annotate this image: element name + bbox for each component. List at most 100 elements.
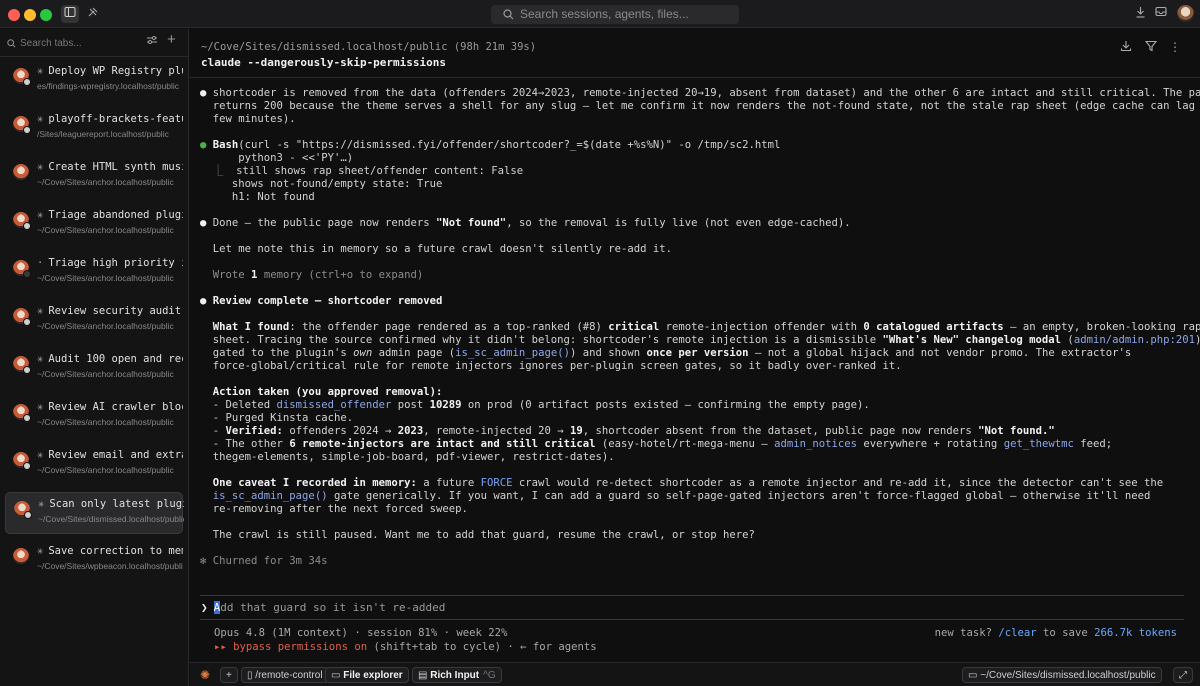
user-avatar[interactable] [1177, 5, 1194, 22]
log-text: — not a global hijack and not vendor pro… [748, 347, 1132, 359]
running-command: claude --dangerously-skip-permissions [201, 56, 447, 69]
log-text: post [391, 399, 430, 411]
session-item[interactable]: ✳ Save correction to mem ~/Cove/Sites/wpb… [5, 540, 183, 582]
zoom-window-button[interactable] [40, 9, 52, 21]
working-directory-button[interactable]: ▭ ~/Cove/Sites/dismissed.localhost/publi… [962, 667, 1162, 683]
download-icon[interactable] [1120, 40, 1132, 55]
expand-icon[interactable]: ⤢ [1173, 667, 1193, 683]
log-text: gated to the plugin's [212, 347, 354, 359]
session-item[interactable]: ✳ Create HTML synth musi ~/Cove/Sites/anc… [5, 156, 183, 198]
sessions-sidebar: Search tabs... + ✳ Deploy WP Registry plu… [0, 29, 189, 686]
log-text: crawl would re-detect shortcoder as a re… [512, 477, 1164, 489]
spinner-icon: ✳ [37, 353, 44, 365]
review-heading: Review complete — shortcoder removed [212, 295, 443, 307]
clear-command[interactable]: /clear [998, 627, 1036, 639]
rich-input-button[interactable]: ▤ Rich Input ^G [412, 667, 502, 683]
tool-command: python3 - <<'PY'…) [238, 152, 354, 164]
log-text: - [212, 425, 226, 437]
session-item[interactable]: ✳ Triage abandoned plugi ~/Cove/Sites/anc… [5, 204, 183, 246]
sidebar-toggle-icon[interactable] [61, 5, 79, 23]
status-badge [23, 462, 31, 470]
session-item[interactable]: ✳ playoff-brackets-featu /Sites/leaguerep… [5, 108, 183, 150]
session-item[interactable]: ✳ Deploy WP Registry plug es/findings-wpr… [5, 60, 183, 102]
bullet-icon: ● [200, 87, 207, 99]
log-line: Action taken (you approved removal): [200, 386, 1194, 399]
prompt-input[interactable]: ❯ Add that guard so it isn't re-added [201, 601, 445, 614]
spinner-icon: ✳ [37, 545, 44, 557]
session-item[interactable]: ✳ Review AI crawler block ~/Cove/Sites/an… [5, 396, 183, 438]
log-text: - The other [212, 438, 290, 450]
spinner-icon: ✳ [37, 305, 44, 317]
phone-icon: ▯ [247, 670, 253, 681]
new-tab-button[interactable]: + [167, 31, 176, 48]
session-item[interactable]: ✳ Audit 100 open and rec ~/Cove/Sites/anc… [5, 348, 183, 390]
log-line: - Deleted dismissed_offender post 10289 … [200, 399, 1194, 412]
search-icon [7, 39, 16, 48]
log-line: Let me note this in memory so a future c… [200, 243, 1194, 256]
log-text: everywhere + rotating [856, 438, 1004, 450]
file-explorer-button[interactable]: ▭ File explorer [325, 667, 409, 683]
log-line: returns 200 because the theme serves a s… [200, 100, 1195, 113]
log-line: One caveat I recorded in memory: a futur… [200, 477, 1194, 490]
log-text: force-global/critical rule for remote in… [212, 360, 902, 372]
log-text: re-removing after the next forced sweep. [212, 503, 468, 515]
spinner-icon: ✳ [37, 449, 44, 461]
remote-control-button[interactable]: ▯ /remote-control [241, 667, 329, 683]
bypass-label: bypass permissions on [233, 641, 368, 653]
global-search-input[interactable]: Search sessions, agents, files... [491, 5, 739, 24]
close-window-button[interactable] [8, 9, 20, 21]
log-line: The crawl is still paused. Want me to ad… [200, 529, 1194, 542]
log-text: : the offender page rendered as a top-ra… [289, 321, 609, 333]
log-text: - Purged Kinsta cache. [212, 412, 354, 424]
spinner-icon: ✳ [38, 498, 45, 510]
log-text: — an empty, broken-looking rap [1003, 321, 1200, 333]
memory-write-line[interactable]: Wrote 1 memory (ctrl+o to expand) [200, 269, 1194, 282]
download-icon[interactable] [1135, 6, 1146, 21]
more-options-icon[interactable]: ⋮ [1169, 40, 1181, 54]
bullet-icon: ● [200, 295, 207, 307]
tree-branch-icon: ⎿ [212, 165, 224, 177]
log-line: What I found: the offender page rendered… [200, 321, 1200, 334]
hint-text: to save [1036, 627, 1095, 639]
inline-code: admin_notices [774, 438, 857, 450]
log-line: ● Review complete — shortcoder removed [200, 295, 1194, 308]
sidebar-divider [0, 56, 189, 57]
log-line: thegem-elements, simple-job-board, pdf-v… [200, 451, 1194, 464]
minimize-window-button[interactable] [24, 9, 36, 21]
session-item[interactable]: ✳ Review email and extra ~/Cove/Sites/anc… [5, 444, 183, 486]
log-text: returns 200 because the theme serves a s… [212, 100, 1200, 112]
session-item[interactable]: · Triage high priority is ~/Cove/Sites/an… [5, 252, 183, 294]
log-text: memory (ctrl+o to expand) [257, 269, 424, 281]
session-title: Save correction to mem [48, 545, 183, 557]
session-path: ~/Cove/Sites/anchor.localhost/public [37, 225, 174, 235]
log-line: is_sc_admin_page() gate generically. If … [200, 490, 1194, 503]
churned-status: ✻ Churned for 3m 34s [200, 555, 328, 567]
search-icon [503, 9, 514, 20]
log-emphasis: 10289 [429, 399, 462, 411]
filter-sessions-icon[interactable] [146, 34, 158, 49]
tab-search-input[interactable]: Search tabs... [7, 35, 137, 53]
claude-logo-icon: ✺ [200, 668, 211, 682]
log-emphasis: own [353, 347, 373, 359]
status-badge [23, 126, 31, 134]
success-bullet-icon: ● [200, 139, 207, 151]
token-count: 266.7k tokens [1094, 627, 1177, 639]
log-text: ), [1195, 334, 1200, 346]
log-line: ● Done — the public page now renders "No… [200, 217, 1194, 230]
session-path: ~/Cove/Sites/anchor.localhost/public [37, 321, 174, 331]
add-button[interactable]: + [220, 667, 238, 683]
session-item[interactable]: ✳ Review security audit ~/Cove/Sites/anch… [5, 300, 183, 342]
log-line: force-global/critical rule for remote in… [200, 360, 1194, 373]
status-badge [23, 318, 31, 326]
inbox-icon[interactable] [1155, 6, 1167, 20]
log-emphasis: "Not found." [978, 425, 1055, 437]
session-item-selected[interactable]: ✳ Scan only latest plugi ~/Cove/Sites/dis… [5, 492, 184, 534]
bypass-arrows-icon: ▸▸ [214, 641, 234, 653]
global-search-placeholder: Search sessions, agents, files... [520, 7, 689, 21]
tools-icon[interactable] [84, 5, 102, 23]
hint-text: new task? [934, 627, 999, 639]
log-text: , shortcoder absent from the dataset, pu… [582, 425, 979, 437]
session-title: Scan only latest plugi [49, 498, 184, 510]
tool-output-line: h1: Not found [200, 191, 1194, 204]
filter-icon[interactable] [1144, 40, 1158, 55]
